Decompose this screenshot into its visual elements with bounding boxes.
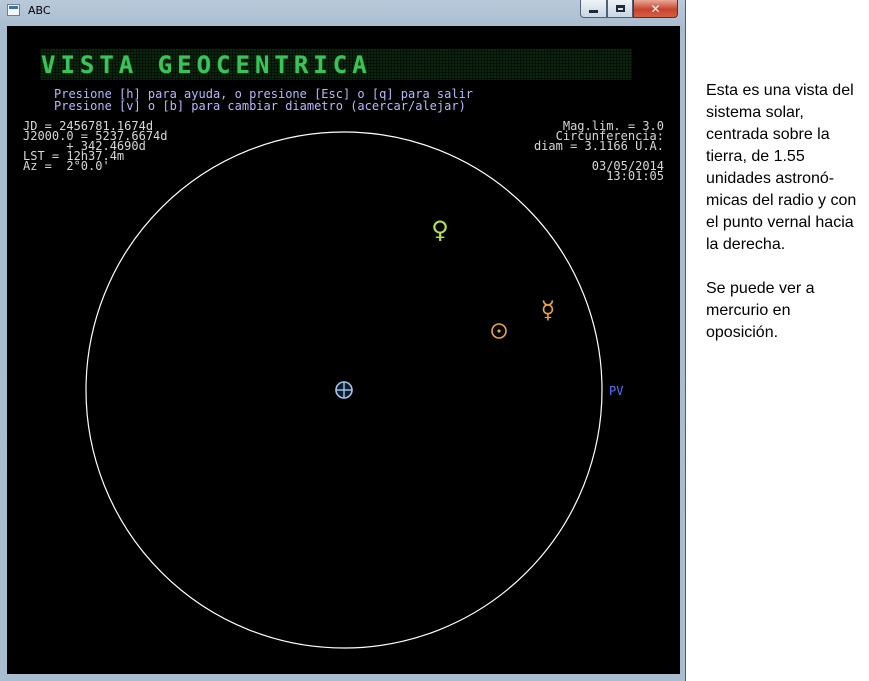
maximize-icon bbox=[615, 5, 625, 12]
sky-view[interactable]: ♀ ☿ PV bbox=[7, 26, 680, 674]
app-window: ABC ✕ VISTA GEOCENTRICA Presione [h] par… bbox=[0, 0, 686, 681]
sun-icon[interactable] bbox=[491, 323, 507, 339]
earth-icon[interactable] bbox=[335, 381, 353, 399]
minimize-button[interactable] bbox=[580, 0, 607, 18]
caption-paragraph-mercury: Se puede ver a mercurio en oposición. bbox=[706, 280, 815, 341]
minimize-icon bbox=[589, 10, 598, 13]
caption-paragraph-description: Esta es una vista del sistema solar, cen… bbox=[706, 82, 857, 253]
vernal-point-label: PV bbox=[609, 384, 623, 398]
caption: Esta es una vista del sistema solar, cen… bbox=[706, 80, 866, 366]
window-title: ABC bbox=[28, 4, 51, 17]
mercury-icon[interactable]: ☿ bbox=[541, 296, 556, 324]
title-bar[interactable]: ABC ✕ bbox=[0, 0, 686, 22]
maximize-button[interactable] bbox=[607, 0, 633, 18]
venus-icon[interactable]: ♀ bbox=[431, 216, 449, 244]
close-button[interactable]: ✕ bbox=[633, 0, 678, 18]
app-window-icon[interactable] bbox=[7, 4, 20, 16]
console-canvas[interactable]: VISTA GEOCENTRICA Presione [h] para ayud… bbox=[7, 26, 680, 674]
close-icon: ✕ bbox=[650, 1, 661, 16]
